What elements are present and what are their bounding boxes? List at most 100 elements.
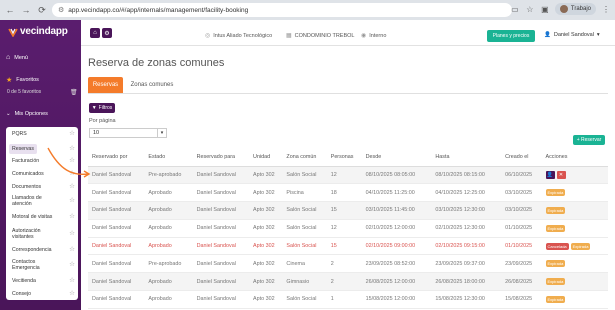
table-cell-created: 03/10/2025: [501, 183, 542, 203]
favorites-label: Favoritos: [16, 77, 39, 83]
table-cell-status: Aprobado: [144, 219, 193, 238]
site-info-icon[interactable]: ⚙: [58, 6, 64, 14]
sidebar-menu-toggle[interactable]: ⌂ Menú: [6, 54, 28, 61]
column-header[interactable]: Personas: [326, 149, 362, 167]
column-header[interactable]: Reservado para: [192, 149, 250, 167]
table-cell-zone: Piscina: [282, 183, 327, 203]
table-cell-people: 15: [326, 237, 362, 256]
cancel-reservation-button[interactable]: ✕: [556, 170, 566, 179]
column-header[interactable]: Unidad: [249, 149, 283, 167]
column-header[interactable]: Estado: [144, 149, 193, 167]
table-cell-zone: Salón Social: [282, 166, 327, 185]
url-text: app.vecindapp.co/#/app/internals/managem…: [68, 6, 249, 14]
extensions-icon[interactable]: ▣: [540, 4, 550, 14]
star-outline-icon[interactable]: ☆: [69, 246, 75, 253]
column-header[interactable]: Zona común: [282, 149, 327, 167]
filters-label: Filtros: [98, 105, 113, 111]
sidebar-item-contactos[interactable]: Contactos Emergencia ☆: [6, 259, 78, 271]
table-cell-for: Daniel Sandoval: [192, 219, 250, 238]
status-badge: Expirada: [545, 206, 566, 214]
sidebar-item-consejo[interactable]: Consejo ☆: [6, 290, 78, 297]
status-badge: Expirada: [545, 260, 566, 268]
star-outline-icon[interactable]: ☆: [69, 261, 75, 268]
table-cell-from: 23/09/2025 08:52:00: [361, 254, 432, 274]
my-options-toggle[interactable]: ⌄ Mis Opciones: [6, 111, 48, 117]
sidebar-item-reservas[interactable]: Reservas ☆: [6, 144, 78, 154]
table-cell-actions: Expirada: [541, 290, 608, 309]
caret-down-icon: ▾: [596, 32, 600, 38]
browser-toolbar: ← → ⟳ ⚙ app.vecindapp.co/#/app/internals…: [0, 0, 615, 20]
table-cell-to: 02/10/2025 09:15:00: [431, 237, 502, 256]
table-cell-unit: Apto 302: [249, 290, 283, 309]
table-cell-for: Daniel Sandoval: [192, 237, 250, 256]
star-outline-icon[interactable]: ☆: [69, 170, 75, 177]
bookmark-star-icon[interactable]: ☆: [525, 4, 535, 14]
star-outline-icon[interactable]: ☆: [69, 130, 75, 137]
table-cell-for: Daniel Sandoval: [192, 254, 250, 274]
table-cell-people: 12: [326, 219, 362, 238]
star-outline-icon[interactable]: ☆: [69, 183, 75, 190]
view-person-button[interactable]: 👤: [545, 170, 555, 179]
my-options-label: Mis Opciones: [14, 111, 48, 117]
column-header[interactable]: Desde: [361, 149, 432, 167]
plans-button[interactable]: Planes y precios: [487, 30, 535, 42]
column-header[interactable]: Hasta: [431, 149, 502, 167]
tab-reservas[interactable]: Reservas: [88, 77, 123, 93]
user-type-label: Interno: [369, 32, 387, 39]
table-cell-for: Daniel Sandoval: [192, 183, 250, 203]
sidebar-item-pqrs[interactable]: PQRS ☆: [6, 130, 78, 137]
filters-button[interactable]: ▼ Filtros: [89, 103, 115, 113]
back-icon[interactable]: ←: [4, 4, 16, 16]
sidebar-item-facturacion[interactable]: Facturación ☆: [6, 157, 78, 164]
star-outline-icon[interactable]: ☆: [69, 157, 75, 164]
table-cell-created: 26/08/2025: [501, 272, 542, 292]
table-cell-actions: Expirada: [541, 254, 608, 274]
sidebar-item-vecitienda[interactable]: Vecitienda ☆: [6, 277, 78, 284]
logo[interactable]: vecindapp: [8, 26, 68, 37]
table-cell-status: Aprobado: [144, 237, 193, 256]
star-outline-icon[interactable]: ☆: [69, 213, 75, 220]
tab-zonas-comunes[interactable]: Zonas comunes: [127, 77, 177, 93]
sidebar-item-llamados[interactable]: Llamados de atención ☆: [6, 195, 78, 207]
user-menu[interactable]: 👤 Daniel Sandoval ▾: [544, 32, 600, 38]
sidebar-item-label: Reservas: [9, 144, 37, 154]
trash-icon[interactable]: 🗑: [70, 89, 78, 96]
status-badge: Expirada: [545, 278, 566, 286]
reload-icon[interactable]: ⟳: [36, 4, 48, 16]
cast-icon[interactable]: ▭: [510, 4, 520, 14]
new-reservation-button[interactable]: + Reservar: [573, 135, 605, 145]
sidebar-favorites[interactable]: ★ Favoritos: [6, 76, 39, 84]
star-outline-icon[interactable]: ☆: [69, 290, 75, 297]
per-page-select[interactable]: 10 ▾: [89, 128, 167, 138]
table-cell-for: Daniel Sandoval: [192, 166, 250, 185]
table-cell-actions: 👤 ✕: [541, 166, 608, 185]
star-outline-icon[interactable]: ☆: [69, 230, 75, 237]
column-header[interactable]: Creado el: [501, 149, 542, 167]
user-name: Daniel Sandoval: [553, 32, 594, 38]
table-cell-to: 26/08/2025 18:00:00: [431, 272, 502, 292]
star-outline-icon[interactable]: ☆: [69, 197, 75, 204]
star-outline-icon[interactable]: ☆: [69, 277, 75, 284]
table-cell-status: Aprobado: [144, 272, 193, 292]
star-outline-icon[interactable]: ☆: [69, 145, 75, 152]
user-type: ◉ Interno: [361, 32, 387, 40]
address-bar[interactable]: ⚙ app.vecindapp.co/#/app/internals/manag…: [52, 3, 512, 17]
globe-icon: ◉: [361, 33, 367, 39]
sidebar-item-autorizacion[interactable]: Autorización visitantes ☆: [6, 228, 78, 240]
profile-button[interactable]: Trabajo: [554, 3, 596, 15]
table-cell-people: 12: [326, 166, 362, 185]
condo-selector[interactable]: ▦ CONDOMINIO TREBOL: [286, 32, 354, 40]
column-header[interactable]: Reservado por: [88, 149, 145, 167]
settings-icon[interactable]: ⚙: [102, 28, 112, 38]
browser-menu-icon[interactable]: ⋮: [601, 4, 611, 14]
table-row: Daniel Sandoval Pre-aprobado Daniel Sandov…: [88, 254, 608, 274]
sidebar-item-motoral[interactable]: Motoral de visitas ☆: [6, 213, 78, 220]
sidebar-item-correspondencia[interactable]: Correspondencia ☆: [6, 246, 78, 253]
home-icon[interactable]: ⌂: [90, 28, 100, 38]
org-selector[interactable]: ◎ Intus Aliado Tecnológico: [205, 32, 272, 40]
forward-icon[interactable]: →: [20, 4, 32, 16]
sidebar-item-documentos[interactable]: Documentos ☆: [6, 183, 78, 190]
table-cell-unit: Apto 302: [249, 183, 283, 203]
table-cell-for: Daniel Sandoval: [192, 272, 250, 292]
sidebar-item-comunicados[interactable]: Comunicados ☆: [6, 170, 78, 177]
